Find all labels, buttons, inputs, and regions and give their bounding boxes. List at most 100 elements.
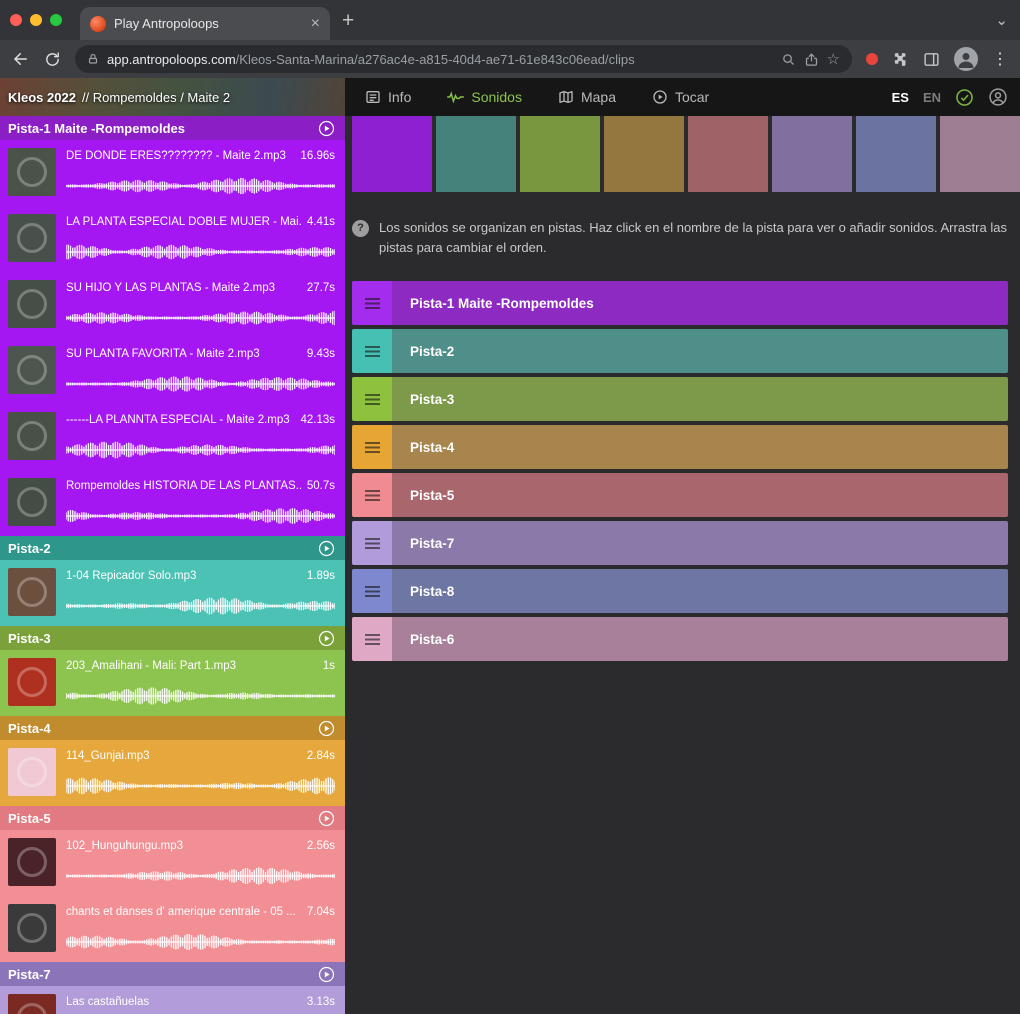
lang-en-button[interactable]: EN xyxy=(923,90,941,105)
track-row[interactable]: Pista-1 Maite -Rompemoldes xyxy=(352,281,1008,325)
traffic-light-zoom[interactable] xyxy=(50,14,62,26)
play-track-button[interactable] xyxy=(318,120,335,137)
clip-waveform xyxy=(66,174,335,198)
bookmark-star-icon[interactable]: ☆ xyxy=(827,50,840,68)
side-panel-icon[interactable] xyxy=(923,51,940,68)
browser-tab[interactable]: Play Antropoloops × xyxy=(80,7,330,40)
drag-handle[interactable] xyxy=(352,617,392,661)
lock-icon[interactable] xyxy=(87,53,99,65)
track-header[interactable]: Pista-7 xyxy=(0,962,345,986)
track-row-label: Pista-6 xyxy=(410,632,454,647)
tab-search-chevron-icon[interactable]: ⌄ xyxy=(995,11,1008,29)
drag-handle[interactable] xyxy=(352,329,392,373)
info-icon xyxy=(365,89,381,105)
traffic-light-minimize[interactable] xyxy=(30,14,42,26)
clip-waveform xyxy=(66,930,335,954)
play-track-button[interactable] xyxy=(318,630,335,647)
track-color-swatch[interactable] xyxy=(940,116,1020,192)
track-color-swatch[interactable] xyxy=(688,116,768,192)
saved-check-icon[interactable] xyxy=(955,88,974,107)
track-color-swatch[interactable] xyxy=(352,116,432,192)
drag-handle[interactable] xyxy=(352,521,392,565)
lang-es-button[interactable]: ES xyxy=(892,90,909,105)
recording-indicator-icon[interactable] xyxy=(866,53,878,65)
track-color-swatch[interactable] xyxy=(520,116,600,192)
clip-thumbnail xyxy=(8,748,56,796)
track-color-swatch[interactable] xyxy=(604,116,684,192)
clip-row[interactable]: DE DONDE ERES???????? - Maite 2.mp316.96… xyxy=(0,140,345,206)
clip-row[interactable]: chants et danses d' amerique centrale - … xyxy=(0,896,345,962)
nav-sonidos[interactable]: Sonidos xyxy=(447,89,522,105)
drag-handle[interactable] xyxy=(352,473,392,517)
drag-handle[interactable] xyxy=(352,425,392,469)
breadcrumb[interactable]: Kleos 2022 // Rompemoldes / Maite 2 xyxy=(0,78,345,116)
track-header[interactable]: Pista-4 xyxy=(0,716,345,740)
track-header[interactable]: Pista-3 xyxy=(0,626,345,650)
track-row[interactable]: Pista-6 xyxy=(352,617,1008,661)
traffic-light-close[interactable] xyxy=(10,14,22,26)
tab-close-icon[interactable]: × xyxy=(311,16,320,32)
play-track-button[interactable] xyxy=(318,966,335,983)
track-row[interactable]: Pista-7 xyxy=(352,521,1008,565)
drag-handle[interactable] xyxy=(352,377,392,421)
reload-button[interactable] xyxy=(44,51,61,68)
track-row[interactable]: Pista-5 xyxy=(352,473,1008,517)
zoom-icon[interactable] xyxy=(781,52,796,67)
track-color-swatch[interactable] xyxy=(436,116,516,192)
track-row[interactable]: Pista-3 xyxy=(352,377,1008,421)
clip-row[interactable]: Las castañuelas3.13s xyxy=(0,986,345,1014)
clip-row[interactable]: 203_Amalihani - Mali: Part 1.mp31s xyxy=(0,650,345,716)
clip-row[interactable]: ------LA PLANNTA ESPECIAL - Maite 2.mp34… xyxy=(0,404,345,470)
track-name: Pista-4 xyxy=(8,721,51,736)
track-color-swatch[interactable] xyxy=(772,116,852,192)
back-button[interactable] xyxy=(12,50,30,68)
nav-info[interactable]: Info xyxy=(365,89,411,105)
clip-duration: 27.7s xyxy=(307,282,335,294)
track-row[interactable]: Pista-4 xyxy=(352,425,1008,469)
clip-row[interactable]: SU HIJO Y LAS PLANTAS - Maite 2.mp327.7s xyxy=(0,272,345,338)
sidebar-track-section: Pista-4 114_Gunjai.mp32.84s xyxy=(0,716,345,806)
clip-duration: 50.7s xyxy=(307,480,335,492)
clip-row[interactable]: Rompemoldes HISTORIA DE LAS PLANTAS...50… xyxy=(0,470,345,536)
clip-list: 203_Amalihani - Mali: Part 1.mp31s xyxy=(0,650,345,716)
drag-handle[interactable] xyxy=(352,281,392,325)
track-header[interactable]: Pista-2 xyxy=(0,536,345,560)
browser-window: Play Antropoloops × + ⌄ app.antropoloops… xyxy=(0,0,1020,1014)
new-tab-button[interactable]: + xyxy=(342,10,354,31)
track-row[interactable]: Pista-2 xyxy=(352,329,1008,373)
share-icon[interactable] xyxy=(804,52,819,67)
nav-tocar-label: Tocar xyxy=(675,89,709,105)
clip-row[interactable]: 102_Hunguhungu.mp32.56s xyxy=(0,830,345,896)
menu-kebab-icon[interactable]: ⋮ xyxy=(992,49,1008,69)
drag-handle[interactable] xyxy=(352,569,392,613)
clip-row[interactable]: 1-04 Repicador Solo.mp31.89s xyxy=(0,560,345,626)
play-track-button[interactable] xyxy=(318,540,335,557)
track-header[interactable]: Pista-1 Maite -Rompemoldes xyxy=(0,116,345,140)
sidebar-track-section: Pista-3 203_Amalihani - Mali: Part 1.mp3… xyxy=(0,626,345,716)
nav-sonidos-label: Sonidos xyxy=(471,89,522,105)
track-color-swatch[interactable] xyxy=(856,116,936,192)
clip-duration: 3.13s xyxy=(307,996,335,1008)
nav-mapa[interactable]: Mapa xyxy=(558,89,616,105)
nav-tocar[interactable]: Tocar xyxy=(652,89,709,105)
clip-title: LA PLANTA ESPECIAL DOBLE MUJER - Mai... xyxy=(66,216,301,228)
account-icon[interactable] xyxy=(988,87,1008,107)
clip-row[interactable]: LA PLANTA ESPECIAL DOBLE MUJER - Mai...4… xyxy=(0,206,345,272)
address-bar[interactable]: app.antropoloops.com/Kleos-Santa-Marina/… xyxy=(75,45,852,73)
clip-title: 114_Gunjai.mp3 xyxy=(66,750,150,762)
track-header[interactable]: Pista-5 xyxy=(0,806,345,830)
track-row[interactable]: Pista-8 xyxy=(352,569,1008,613)
map-icon xyxy=(558,89,574,105)
clip-row[interactable]: SU PLANTA FAVORITA - Maite 2.mp39.43s xyxy=(0,338,345,404)
clip-waveform xyxy=(66,594,335,618)
track-row-label: Pista-1 Maite -Rompemoldes xyxy=(410,296,594,311)
profile-avatar[interactable] xyxy=(954,47,978,71)
help-icon: ? xyxy=(352,220,369,237)
clip-row[interactable]: 114_Gunjai.mp32.84s xyxy=(0,740,345,806)
track-row-label: Pista-7 xyxy=(410,536,454,551)
extensions-puzzle-icon[interactable] xyxy=(892,51,909,68)
url-text: app.antropoloops.com/Kleos-Santa-Marina/… xyxy=(107,52,773,67)
play-track-button[interactable] xyxy=(318,810,335,827)
play-track-button[interactable] xyxy=(318,720,335,737)
hamburger-icon xyxy=(365,490,380,501)
